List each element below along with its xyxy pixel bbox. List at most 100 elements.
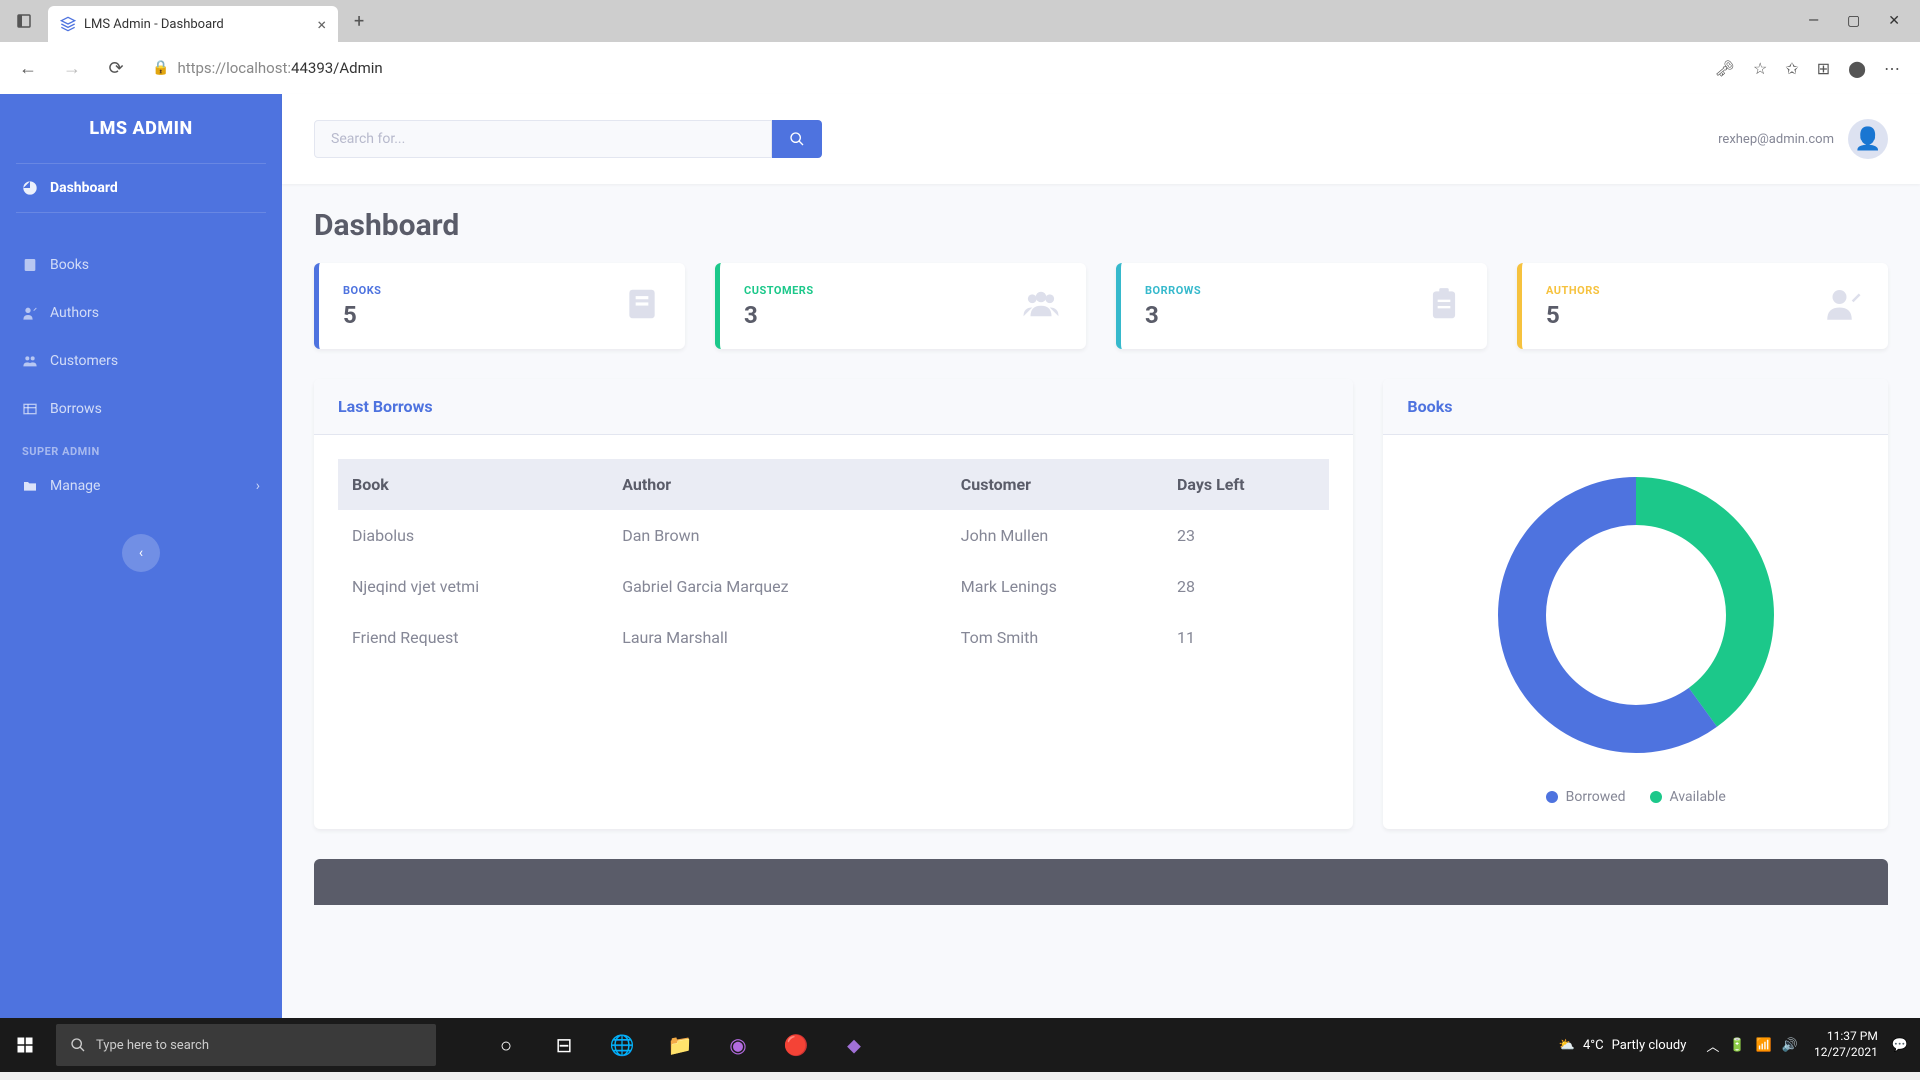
stat-label: BORROWS xyxy=(1145,284,1201,297)
stat-card-customers[interactable]: CUSTOMERS 3 xyxy=(715,263,1086,349)
legend-item-available: Available xyxy=(1650,789,1726,805)
tab-actions-icon[interactable] xyxy=(8,5,40,37)
tab-favicon-icon xyxy=(60,16,76,32)
browser-tab[interactable]: LMS Admin - Dashboard × xyxy=(48,6,338,42)
stat-card-authors[interactable]: AUTHORS 5 xyxy=(1517,263,1888,349)
sidebar-item-dashboard[interactable]: Dashboard xyxy=(0,164,282,212)
collections-icon[interactable]: ⊞ xyxy=(1817,59,1830,78)
taskbar-search-placeholder: Type here to search xyxy=(96,1038,209,1053)
legend-dot-icon xyxy=(1546,791,1558,803)
tab-close-icon[interactable]: × xyxy=(317,15,326,34)
stat-card-books[interactable]: BOOKS 5 xyxy=(314,263,685,349)
visual-studio-icon[interactable]: ⬥ xyxy=(825,1018,883,1072)
maximize-button[interactable]: ▢ xyxy=(1847,13,1860,29)
panel-header: Last Borrows xyxy=(314,379,1353,435)
tab-title: LMS Admin - Dashboard xyxy=(84,17,317,32)
url-field[interactable]: 🔒 https://localhost:44393/Admin xyxy=(144,59,1703,77)
sidebar-item-manage[interactable]: Manage › xyxy=(0,462,282,510)
refresh-button[interactable]: ⟳ xyxy=(100,52,132,84)
volume-icon[interactable]: 🔊 xyxy=(1782,1038,1798,1053)
chrome-icon[interactable]: 🔴 xyxy=(767,1018,825,1072)
favorites-icon[interactable]: ✩ xyxy=(1785,59,1798,78)
clock[interactable]: 11:37 PM 12/27/2021 xyxy=(1814,1029,1878,1060)
sidebar-item-authors[interactable]: Authors xyxy=(0,289,282,337)
sidebar-item-label: Dashboard xyxy=(50,180,118,196)
window-controls: — ▢ ✕ xyxy=(1808,13,1912,29)
profile-icon[interactable]: ⬤ xyxy=(1848,59,1866,78)
col-customer: Customer xyxy=(947,459,1163,510)
sidebar-heading: SUPER ADMIN xyxy=(0,433,282,462)
legend-dot-icon xyxy=(1650,791,1662,803)
close-window-button[interactable]: ✕ xyxy=(1888,13,1900,29)
app-icon[interactable]: ◉ xyxy=(709,1018,767,1072)
sidebar-item-label: Authors xyxy=(50,305,99,321)
weather-widget[interactable]: ⛅ 4°C Partly cloudy xyxy=(1559,1038,1687,1053)
sidebar: LMS ADMIN Dashboard Books Authors Custo xyxy=(0,94,282,1018)
battery-icon[interactable]: 🔋 xyxy=(1729,1038,1745,1053)
taskbar-search[interactable]: Type here to search xyxy=(56,1024,436,1066)
clock-date: 12/27/2021 xyxy=(1814,1045,1878,1061)
stat-label: AUTHORS xyxy=(1546,284,1600,297)
search-button[interactable] xyxy=(772,120,822,158)
app-viewport: LMS ADMIN Dashboard Books Authors Custo xyxy=(0,94,1920,1018)
sidebar-item-label: Manage xyxy=(50,478,100,494)
wifi-icon[interactable]: 📶 xyxy=(1756,1038,1772,1053)
new-tab-button[interactable]: + xyxy=(346,7,372,36)
sidebar-item-customers[interactable]: Customers xyxy=(0,337,282,385)
forward-button[interactable]: → xyxy=(56,52,88,84)
taskbar-app-icons: ○ ⊟ 🌐 📁 ◉ 🔴 ⬥ xyxy=(477,1018,883,1072)
borrows-icon xyxy=(22,401,38,417)
notifications-icon[interactable]: 💬 xyxy=(1892,1038,1908,1053)
tab-bar: LMS Admin - Dashboard × + — ▢ ✕ xyxy=(0,0,1920,42)
url-text: https://localhost:44393/Admin xyxy=(177,59,382,77)
topbar: rexhep@admin.com 👤 xyxy=(282,94,1920,184)
col-book: Book xyxy=(338,459,608,510)
table-row: Diabolus Dan Brown John Mullen 23 xyxy=(338,510,1329,561)
user-menu[interactable]: rexhep@admin.com 👤 xyxy=(1718,119,1888,159)
sidebar-item-borrows[interactable]: Borrows xyxy=(0,385,282,433)
sidebar-item-label: Books xyxy=(50,257,89,273)
star-icon[interactable]: ☆ xyxy=(1753,59,1767,78)
books-chart-panel: Books Borrowed xyxy=(1383,379,1888,829)
weather-icon: ⛅ xyxy=(1559,1038,1575,1053)
author-icon xyxy=(22,305,38,321)
clock-time: 11:37 PM xyxy=(1814,1029,1878,1045)
menu-icon[interactable]: ⋯ xyxy=(1884,59,1900,78)
back-button[interactable]: ← xyxy=(12,52,44,84)
content: Dashboard BOOKS 5 CUSTOMERS 3 xyxy=(282,184,1920,1018)
tray-chevron-icon[interactable]: ︿ xyxy=(1706,1036,1719,1055)
weather-text: Partly cloudy xyxy=(1612,1038,1687,1053)
stat-label: BOOKS xyxy=(343,284,381,297)
main-area: rexhep@admin.com 👤 Dashboard BOOKS 5 xyxy=(282,94,1920,1018)
chevron-right-icon: › xyxy=(256,478,260,494)
start-button[interactable] xyxy=(0,1036,50,1054)
search-input[interactable] xyxy=(314,120,772,158)
table-row: Njeqind vjet vetmi Gabriel Garcia Marque… xyxy=(338,561,1329,612)
stat-value: 3 xyxy=(1145,301,1201,329)
legend-item-borrowed: Borrowed xyxy=(1546,789,1626,805)
brand[interactable]: LMS ADMIN xyxy=(16,94,266,164)
address-bar: ← → ⟳ 🔒 https://localhost:44393/Admin 🗝 … xyxy=(0,42,1920,94)
sidebar-item-label: Customers xyxy=(50,353,118,369)
table-row: Friend Request Laura Marshall Tom Smith … xyxy=(338,612,1329,663)
book-icon xyxy=(22,257,38,273)
stat-label: CUSTOMERS xyxy=(744,284,814,297)
customers-icon xyxy=(1020,283,1062,329)
search-group xyxy=(314,120,822,158)
key-icon[interactable]: 🗝 xyxy=(1715,59,1735,78)
stat-value: 5 xyxy=(343,301,381,329)
sidebar-item-books[interactable]: Books xyxy=(0,241,282,289)
sidebar-collapse-button[interactable]: ‹ xyxy=(122,534,160,572)
table-header-row: Book Author Customer Days Left xyxy=(338,459,1329,510)
stat-card-borrows[interactable]: BORROWS 3 xyxy=(1116,263,1487,349)
file-explorer-icon[interactable]: 📁 xyxy=(651,1018,709,1072)
cortana-icon[interactable]: ○ xyxy=(477,1018,535,1072)
page-title: Dashboard xyxy=(314,208,1888,243)
avatar: 👤 xyxy=(1848,119,1888,159)
minimize-button[interactable]: — xyxy=(1808,13,1819,29)
task-view-icon[interactable]: ⊟ xyxy=(535,1018,593,1072)
edge-icon[interactable]: 🌐 xyxy=(593,1018,651,1072)
weather-temp: 4°C xyxy=(1583,1038,1604,1053)
chart-legend: Borrowed Available xyxy=(1546,789,1726,805)
stat-value: 3 xyxy=(744,301,814,329)
